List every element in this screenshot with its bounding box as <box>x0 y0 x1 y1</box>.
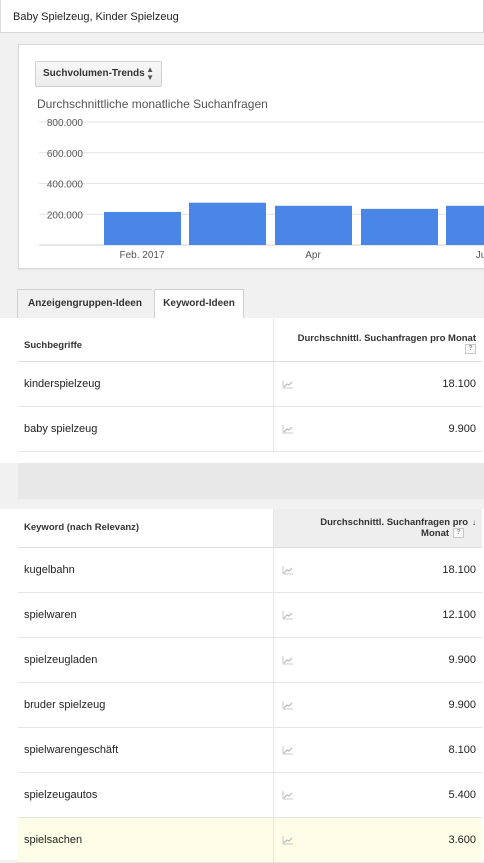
column-header-volume-sorted[interactable]: Durchschnittl. Suchanfragen pro ↓ Monat? <box>272 509 483 548</box>
bar <box>361 208 438 245</box>
volume-cell: 9.900 <box>303 682 483 728</box>
trend-cell[interactable] <box>272 772 303 818</box>
table-row: spielsachen 3.600 <box>18 817 483 863</box>
column-header-volume-line1: Durchschnittl. Suchanfragen pro <box>320 516 469 528</box>
table-row: spielwarengeschäft 8.100 <box>18 727 483 773</box>
trend-chart-icon[interactable] <box>282 700 294 710</box>
trend-chart-icon[interactable] <box>282 790 294 800</box>
trend-chart-icon[interactable] <box>282 835 294 845</box>
volume-cell: 3.600 <box>303 817 483 863</box>
trend-cell[interactable] <box>272 406 303 452</box>
table-row: spielzeugladen 9.900 <box>18 637 483 683</box>
trend-cell[interactable] <box>272 817 303 863</box>
keyword-cell[interactable]: spielwaren <box>18 592 273 638</box>
bar <box>446 205 484 245</box>
table-row: spielzeugautos 5.400 <box>18 772 483 818</box>
volume-cell: 18.100 <box>303 547 483 593</box>
trend-cell[interactable] <box>272 637 303 683</box>
trend-chart-icon[interactable] <box>282 424 294 434</box>
keyword-cell[interactable]: kinderspielzeug <box>18 361 273 407</box>
trend-cell[interactable] <box>272 361 303 407</box>
volume-cell: 9.900 <box>303 637 483 683</box>
search-terms-table: Suchbegriffe Durchschnittl. Suchanfragen… <box>18 318 482 452</box>
x-tick-label: Feb. 2017 <box>119 250 164 261</box>
y-tick-label: 600.000 <box>47 149 84 160</box>
help-icon[interactable]: ? <box>453 528 465 539</box>
trend-chart-icon[interactable] <box>282 745 294 755</box>
column-header-volume-label: Durchschnittl. Suchanfragen pro Monat <box>297 332 476 344</box>
column-header-keyword-relevance[interactable]: Keyword (nach Relevanz) <box>18 509 273 548</box>
table-row: kugelbahn 18.100 <box>18 547 483 593</box>
keyword-cell[interactable]: baby spielzeug <box>18 406 273 452</box>
keyword-cell[interactable]: spielzeugautos <box>18 772 273 818</box>
table-row: baby spielzeug 9.900 <box>18 406 482 452</box>
keyword-cell[interactable]: kugelbahn <box>18 547 273 593</box>
bar <box>275 205 352 245</box>
table-row: bruder spielzeug 9.900 <box>18 682 483 728</box>
trend-cell[interactable] <box>272 727 303 773</box>
table-row: kinderspielzeug 18.100 <box>18 361 482 407</box>
volume-cell: 9.900 <box>303 406 482 452</box>
tab-keyword-ideen[interactable]: Keyword-Ideen <box>154 289 244 319</box>
y-tick-label: 400.000 <box>47 180 84 191</box>
keyword-ideas-table: Keyword (nach Relevanz) Durchschnittl. S… <box>18 509 483 863</box>
table-row: spielwaren 12.100 <box>18 592 483 638</box>
y-tick-label: 200.000 <box>47 210 84 221</box>
volume-cell: 8.100 <box>303 727 483 773</box>
trend-chart-icon[interactable] <box>282 610 294 620</box>
search-terms-table-area: Suchbegriffe Durchschnittl. Suchanfragen… <box>0 318 484 463</box>
x-tick-label: Ju <box>476 250 484 261</box>
trend-cell[interactable] <box>272 547 303 593</box>
trend-chart-icon[interactable] <box>282 565 294 575</box>
search-input[interactable]: Baby Spielzeug, Kinder Spielzeug <box>0 0 484 33</box>
x-tick-label: Apr <box>305 250 321 261</box>
keyword-ideas-table-area: Keyword (nach Relevanz) Durchschnittl. S… <box>0 509 484 863</box>
trend-cell[interactable] <box>272 682 303 728</box>
trend-chart-icon[interactable] <box>282 655 294 665</box>
bar <box>104 211 181 245</box>
tab-anzeigengruppen-ideen[interactable]: Anzeigengruppen-Ideen <box>17 289 152 318</box>
keyword-cell[interactable]: spielwarengeschäft <box>18 727 273 773</box>
column-header-volume-line2: Monat <box>421 527 450 539</box>
trend-chart-icon[interactable] <box>282 379 294 389</box>
column-header-keyword[interactable]: Suchbegriffe <box>18 318 273 362</box>
trend-cell[interactable] <box>272 592 303 638</box>
volume-cell: 18.100 <box>303 361 482 407</box>
column-header-volume[interactable]: Durchschnittl. Suchanfragen pro Monat ? <box>272 318 482 362</box>
sort-desc-icon[interactable]: ↓ <box>472 518 476 527</box>
keyword-cell[interactable]: spielzeugladen <box>18 637 273 683</box>
section-divider <box>18 463 484 499</box>
volume-cell: 5.400 <box>303 772 483 818</box>
chart-card: Suchvolumen-Trends ▲ ▼ Durchschnittliche … <box>18 44 484 269</box>
bar-chart: 800.000 600.000 400.000 200.000 Feb. 2017 Apr… <box>39 118 484 261</box>
y-tick-label: 800.000 <box>47 118 84 129</box>
keyword-cell[interactable]: spielsachen <box>18 817 273 863</box>
help-icon[interactable]: ? <box>465 343 476 354</box>
bar <box>189 202 266 245</box>
keyword-cell[interactable]: bruder spielzeug <box>18 682 273 728</box>
volume-cell: 12.100 <box>303 592 483 638</box>
